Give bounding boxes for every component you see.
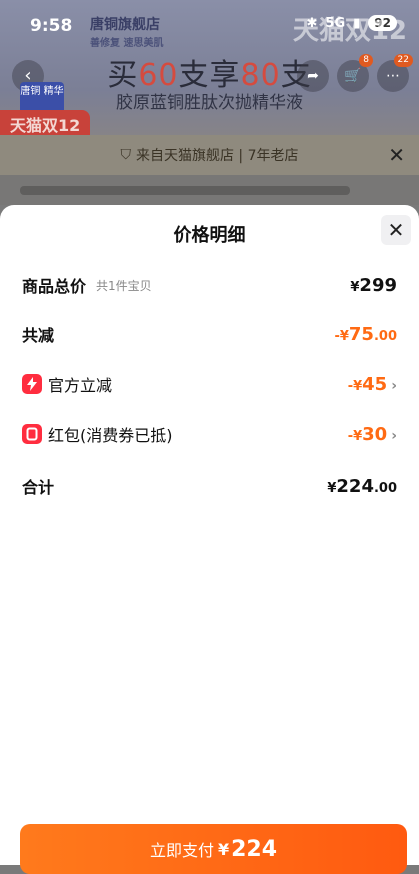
red-packet-number: 30 xyxy=(362,423,388,445)
red-packet-icon xyxy=(22,424,42,444)
row-official-discount[interactable]: 官方立减 -¥45 › xyxy=(22,372,397,396)
row-grand-total: 合计 ¥224.00 xyxy=(22,474,397,498)
close-icon[interactable]: ✕ xyxy=(388,143,405,167)
grand-total-label: 合计 xyxy=(22,478,55,497)
more-button[interactable]: ⋯ 22 xyxy=(377,54,413,92)
store-name: 唐铜旗舰店 善修复 速思美肌 xyxy=(90,14,163,49)
row-total-price: 商品总价 共1件宝贝 ¥299 xyxy=(22,273,397,297)
store-source-banner: ⛉ 来自天猫旗舰店 | 7年老店 ✕ xyxy=(0,135,419,175)
red-packet-value: -¥30 › xyxy=(348,424,397,445)
red-packet-label: 红包(消费券已抵) xyxy=(48,426,173,445)
total-discount-value: -¥75.00 xyxy=(334,324,397,345)
store-source-text: 来自天猫旗舰店 | 7年老店 xyxy=(135,148,299,164)
lightning-icon xyxy=(22,374,42,394)
grand-total-value: ¥224.00 xyxy=(327,476,397,497)
address-placeholder xyxy=(20,186,350,195)
close-icon: ✕ xyxy=(387,218,405,242)
more-icon: ⋯ xyxy=(386,68,400,84)
shield-icon: ⛉ xyxy=(120,147,131,163)
store-name-text: 唐铜旗舰店 xyxy=(90,17,160,33)
chevron-right-icon: › xyxy=(391,427,397,444)
row-total-discount: 共减 -¥75.00 xyxy=(22,322,397,346)
share-button[interactable]: ➦ xyxy=(297,60,329,92)
pay-now-amount: 224 xyxy=(231,836,278,862)
tmall-watermark: 天猫双12 xyxy=(292,16,407,46)
share-icon: ➦ xyxy=(307,68,319,84)
total-price-number: 299 xyxy=(359,274,397,296)
cart-icon: 🛒 xyxy=(344,68,362,84)
total-discount-yen: -¥ xyxy=(334,328,349,344)
official-discount-number: 45 xyxy=(362,373,388,395)
pay-now-label: 立即支付 xyxy=(149,841,214,860)
more-badge: 22 xyxy=(393,54,413,67)
pay-now-yen: ¥ xyxy=(217,839,230,859)
close-button[interactable]: ✕ xyxy=(381,215,411,245)
tmall-double12-tag: 天猫双12 xyxy=(0,110,91,138)
item-count-text: 共1件宝贝 xyxy=(96,278,152,293)
grand-total-decimal: .00 xyxy=(373,480,397,496)
total-price-value: ¥299 xyxy=(350,275,397,296)
row-red-packet[interactable]: 红包(消费券已抵) -¥30 › xyxy=(22,422,397,446)
chevron-right-icon: › xyxy=(391,377,397,394)
official-discount-yen: -¥ xyxy=(347,378,363,394)
store-sub-text: 善修复 速思美肌 xyxy=(90,38,164,49)
total-discount-decimal: .00 xyxy=(373,328,397,344)
total-discount-number: 75 xyxy=(348,323,374,345)
official-discount-label: 官方立减 xyxy=(48,376,113,395)
cart-button[interactable]: 🛒 8 xyxy=(337,54,373,92)
cart-badge: 8 xyxy=(359,54,373,67)
status-time: 9:58 xyxy=(30,16,73,36)
price-detail-sheet: 价格明细 ✕ 商品总价 共1件宝贝 ¥299 共减 -¥75.00 官方立减 -… xyxy=(0,205,419,865)
total-price-label: 商品总价 xyxy=(22,277,87,296)
total-discount-label: 共减 xyxy=(22,326,55,345)
red-packet-yen: -¥ xyxy=(347,428,363,444)
grand-total-number: 224 xyxy=(336,475,374,497)
sheet-title: 价格明细 xyxy=(173,225,246,246)
pay-now-button[interactable]: 立即支付 ¥ 224 xyxy=(20,824,407,874)
official-discount-value: -¥45 › xyxy=(348,374,397,395)
